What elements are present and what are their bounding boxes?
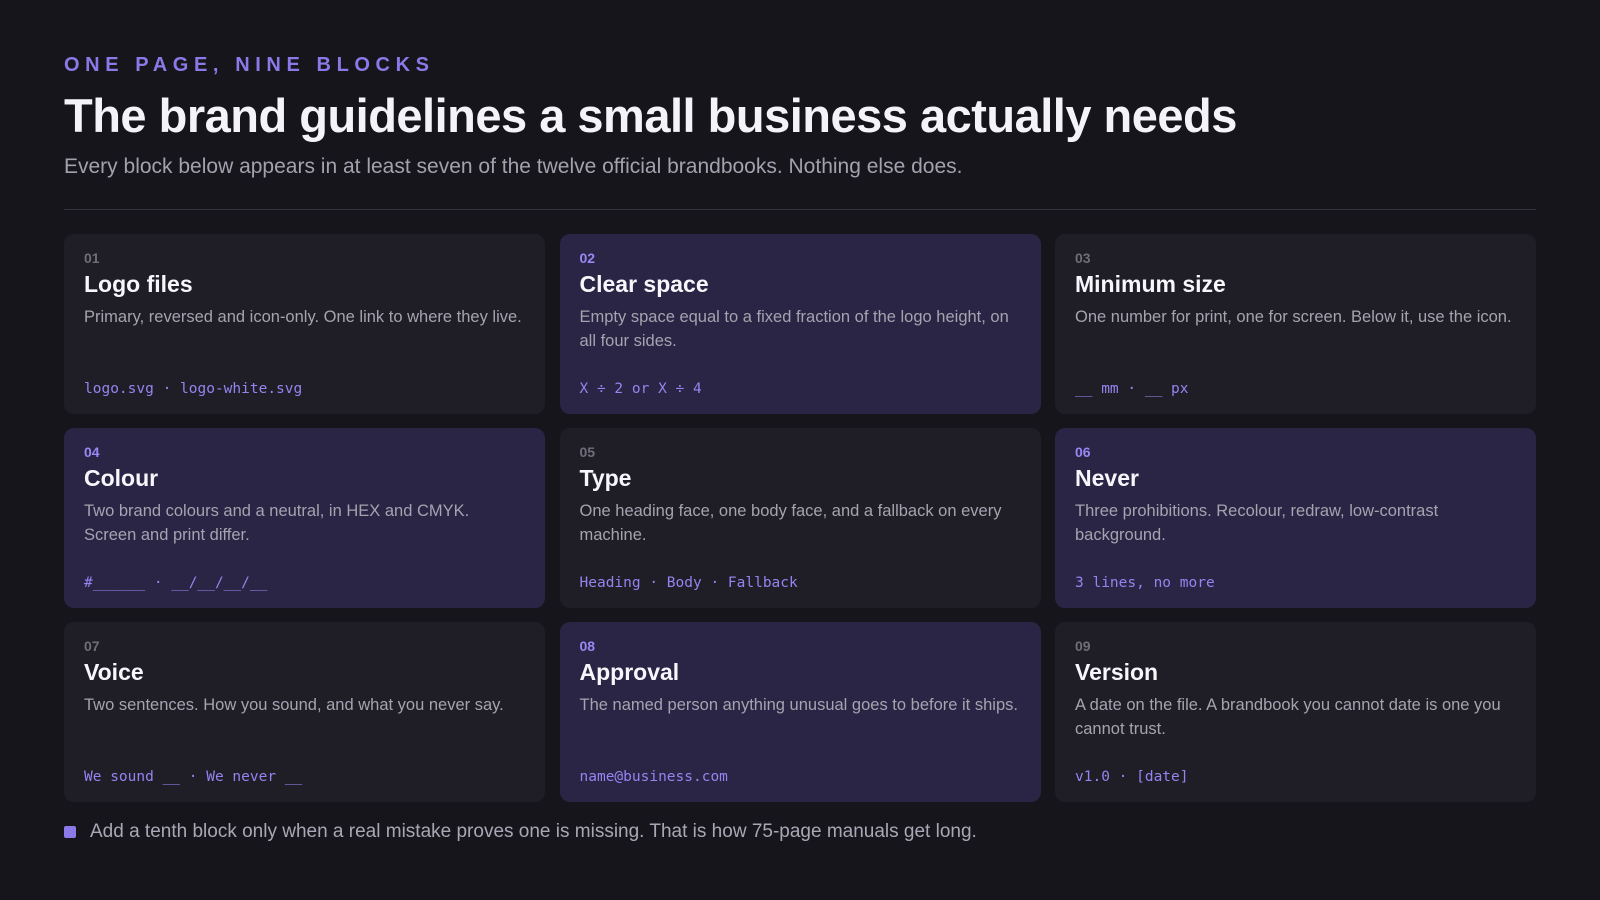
block-code: X ÷ 2 or X ÷ 4	[579, 381, 702, 397]
footnote: Add a tenth block only when a real mista…	[64, 820, 1536, 844]
block-card-approval: 08 Approval The named person anything un…	[559, 622, 1041, 802]
block-title: Version	[1075, 659, 1159, 685]
block-title: Type	[579, 465, 632, 491]
block-card-type: 05 Type One heading face, one body face,…	[559, 428, 1041, 608]
block-description: One heading face, one body face, and a f…	[579, 502, 1002, 544]
block-title: Clear space	[579, 271, 709, 297]
block-number: 05	[579, 444, 596, 460]
block-description: Primary, reversed and icon-only. One lin…	[84, 308, 522, 326]
block-card-minimum-size: 03 Minimum size One number for print, on…	[1055, 234, 1536, 414]
blocks-grid: 01 Logo files Primary, reversed and icon…	[64, 234, 1536, 802]
block-title: Minimum size	[1075, 271, 1226, 297]
block-card-logo-files: 01 Logo files Primary, reversed and icon…	[64, 234, 545, 414]
block-card-never: 06 Never Three prohibitions. Recolour, r…	[1055, 428, 1536, 608]
block-number: 01	[84, 250, 100, 266]
block-code: 3 lines, no more	[1075, 575, 1215, 591]
block-number: 09	[1075, 638, 1091, 654]
page-title: The brand guidelines a small business ac…	[64, 89, 1237, 142]
block-code: We sound __ · We never __	[84, 769, 303, 785]
block-description: The named person anything unusual goes t…	[579, 696, 1018, 714]
block-description: A date on the file. A brandbook you cann…	[1075, 696, 1501, 738]
block-code: #______ · __/__/__/__	[84, 575, 268, 591]
block-number: 07	[84, 638, 100, 654]
slide: ONE PAGE, NINE BLOCKS The brand guidelin…	[0, 0, 1600, 900]
block-card-voice: 07 Voice Two sentences. How you sound, a…	[64, 622, 545, 802]
block-number: 03	[1075, 250, 1091, 266]
divider	[64, 209, 1536, 210]
block-number: 02	[579, 250, 596, 266]
block-code: __ mm · __ px	[1075, 381, 1189, 397]
block-description: Three prohibitions. Recolour, redraw, lo…	[1075, 502, 1439, 544]
block-code: v1.0 · [date]	[1075, 769, 1189, 785]
block-code: name@business.com	[579, 769, 728, 785]
eyebrow-label: ONE PAGE, NINE BLOCKS	[64, 54, 435, 76]
block-title: Voice	[84, 659, 144, 685]
block-number: 08	[579, 638, 596, 654]
block-description: Two brand colours and a neutral, in HEX …	[84, 502, 470, 544]
block-card-version: 09 Version A date on the file. A brandbo…	[1055, 622, 1536, 802]
block-description: Two sentences. How you sound, and what y…	[84, 696, 504, 714]
footnote-text: Add a tenth block only when a real mista…	[90, 821, 977, 842]
block-title: Logo files	[84, 271, 193, 297]
square-bullet-icon	[64, 826, 76, 838]
block-card-colour: 04 Colour Two brand colours and a neutra…	[64, 428, 545, 608]
page-subtitle: Every block below appears in at least se…	[64, 155, 963, 178]
block-description: Empty space equal to a fixed fraction of…	[579, 308, 1009, 350]
block-number: 06	[1075, 444, 1091, 460]
block-number: 04	[84, 444, 100, 460]
block-title: Colour	[84, 465, 159, 491]
block-code: Heading · Body · Fallback	[579, 575, 798, 591]
block-card-clear-space: 02 Clear space Empty space equal to a fi…	[559, 234, 1041, 414]
block-title: Approval	[579, 659, 680, 685]
block-description: One number for print, one for screen. Be…	[1075, 308, 1512, 326]
block-code: logo.svg · logo-white.svg	[84, 381, 303, 397]
block-title: Never	[1075, 465, 1139, 491]
